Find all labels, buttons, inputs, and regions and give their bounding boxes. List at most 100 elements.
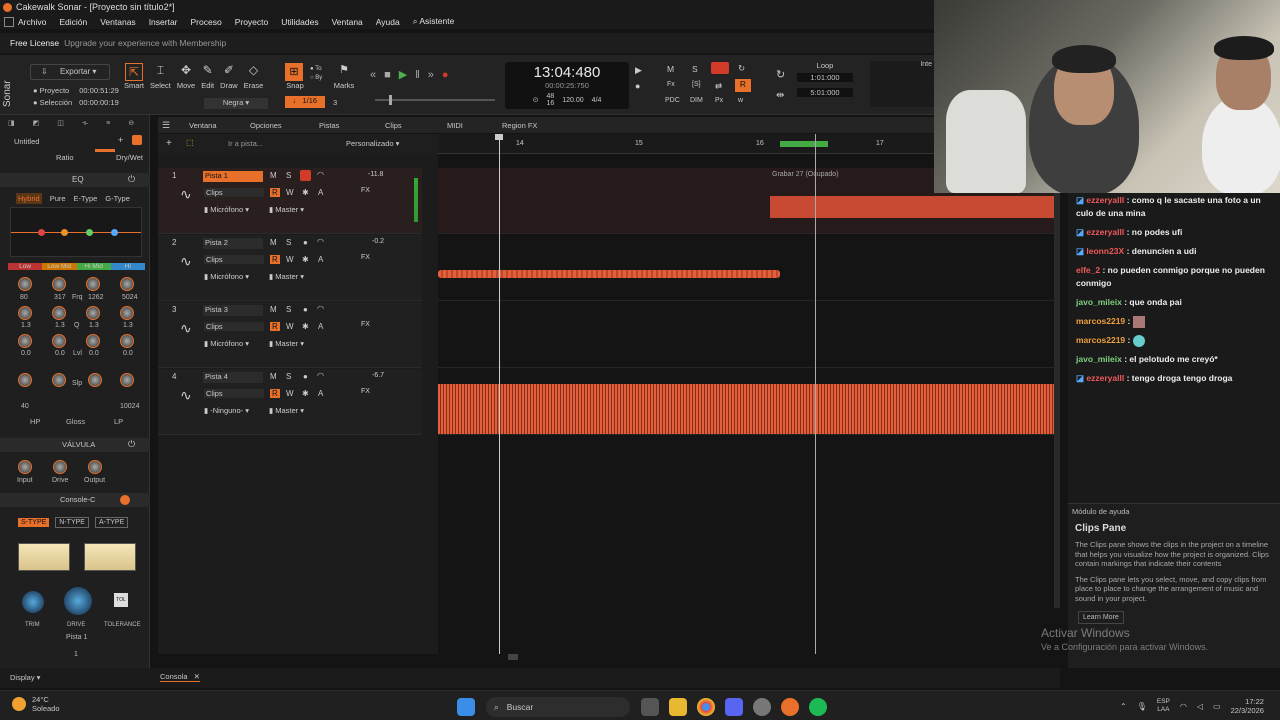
smart-tool[interactable]: ⇱ Smart xyxy=(124,63,144,90)
stop-icon[interactable]: ■ xyxy=(384,69,391,81)
track-3-write[interactable]: W xyxy=(286,322,294,331)
lp-knob[interactable] xyxy=(120,373,134,387)
track-4-mute[interactable]: M xyxy=(270,372,277,381)
loop-range-icon[interactable]: ⇹ xyxy=(776,90,784,101)
dim-button[interactable]: DIM xyxy=(690,97,703,104)
export-button[interactable]: ⇩ Exportar ▾ xyxy=(30,64,110,80)
track-1-mute[interactable]: M xyxy=(270,171,277,180)
edit-tool[interactable]: ✎ Edit xyxy=(201,63,214,90)
task-view-icon[interactable] xyxy=(641,698,659,716)
marks-button[interactable]: ⚑ Marks xyxy=(333,63,355,90)
lane-2[interactable] xyxy=(438,235,1060,301)
menu-opciones-tv[interactable]: Opciones xyxy=(250,121,282,130)
eq-type-e[interactable]: E-Type xyxy=(74,194,98,203)
track-1-read[interactable]: R xyxy=(270,188,280,197)
track-3-record-arm[interactable]: ● xyxy=(303,305,308,314)
menu-utilidades[interactable]: Utilidades xyxy=(281,17,318,27)
track-3-star[interactable]: ✱ xyxy=(302,322,309,331)
battery-icon[interactable]: ▭ xyxy=(1213,702,1221,711)
snap-to-by[interactable]: ● To ○ By xyxy=(310,65,322,83)
lp-label[interactable]: LP xyxy=(114,417,123,426)
select-tool[interactable]: ⌶ Select xyxy=(150,63,171,90)
custom-select[interactable]: Personalizado ▾ xyxy=(346,139,399,148)
band-himid[interactable]: Hi Mid xyxy=(76,262,111,270)
start-icon[interactable] xyxy=(457,698,475,716)
record-icon[interactable]: ● xyxy=(442,69,449,81)
track-1-name[interactable]: Pista 1 xyxy=(203,171,263,182)
eq-node-4[interactable] xyxy=(111,229,118,236)
track-4-name[interactable]: Pista 4 xyxy=(203,372,263,383)
menu-insertar[interactable]: Insertar xyxy=(149,17,178,27)
snap-button[interactable]: ⊞ Snap xyxy=(285,63,305,90)
track-2-read[interactable]: R xyxy=(270,255,280,264)
eq-graph[interactable] xyxy=(10,207,142,257)
tolerance-button[interactable]: TOL xyxy=(114,593,128,607)
microphone-icon[interactable]: 🎙︎ xyxy=(1137,702,1147,711)
track-3-clips-select[interactable]: Clips xyxy=(204,322,264,331)
meter-value[interactable]: 4/4 xyxy=(592,97,602,104)
track-2-input[interactable]: ▮ Micrófono ▾ xyxy=(204,272,249,281)
track-2-volume[interactable]: -0.2 xyxy=(372,238,384,245)
s-bracket-icon[interactable]: [S] xyxy=(692,81,701,88)
lvl-knob-2[interactable] xyxy=(52,334,66,348)
clips-pane[interactable]: 14 15 16 17 Grabar 27 (Ocupado) xyxy=(438,134,1060,660)
preset-power-icon[interactable] xyxy=(132,135,142,145)
record-mini-icon[interactable]: ● xyxy=(635,81,640,91)
tray-chevron-icon[interactable]: ⌃ xyxy=(1120,702,1127,711)
n-type-button[interactable]: N-TYPE xyxy=(55,517,89,528)
snap-value-select[interactable]: ♩ 1/16 xyxy=(285,96,325,108)
menu-ventanas[interactable]: Ventanas xyxy=(100,17,135,27)
band-lowmid[interactable]: Low Mid xyxy=(42,262,77,270)
valve-drive-knob[interactable] xyxy=(53,460,67,474)
tempo-value[interactable]: 120.00 xyxy=(562,97,583,104)
track-2[interactable]: 2 Pista 2 M S ● ◠ -0.2 ∿ Clips R W ✱ A F… xyxy=(158,235,422,301)
track-view-menu-icon[interactable]: ☰ xyxy=(162,120,170,131)
freq-knob-2[interactable] xyxy=(52,277,66,291)
track-2-automation[interactable]: A xyxy=(318,255,323,264)
preset-add-icon[interactable]: + xyxy=(118,135,123,145)
track-4-clips-select[interactable]: Clips xyxy=(204,389,264,398)
loop-marker[interactable] xyxy=(780,141,828,147)
track-4-volume[interactable]: -6.7 xyxy=(372,372,384,379)
mute-button[interactable]: M xyxy=(667,64,674,74)
file-explorer-icon[interactable] xyxy=(669,698,687,716)
track-4-monitor-icon[interactable]: ◠ xyxy=(317,371,324,380)
track-1-input[interactable]: ▮ Micrófono ▾ xyxy=(204,205,249,214)
hp-knob[interactable] xyxy=(18,373,32,387)
menu-archivo[interactable]: Archivo xyxy=(18,17,46,27)
freq-knob-3[interactable] xyxy=(86,277,100,291)
lane-3[interactable] xyxy=(438,302,1060,368)
loop-start[interactable]: 1:01:000 xyxy=(797,73,853,82)
eq-type-hybrid[interactable]: Hybrid xyxy=(16,193,42,204)
track-3-input[interactable]: ▮ Micrófono ▾ xyxy=(204,339,249,348)
valve-output-knob[interactable] xyxy=(88,460,102,474)
track-1-monitor-icon[interactable]: ◠ xyxy=(317,170,324,179)
track-4-input[interactable]: ▮ -Ninguno- ▾ xyxy=(204,406,249,415)
fx-icon[interactable]: Fx xyxy=(667,81,675,88)
track-4-solo[interactable]: S xyxy=(286,372,291,381)
pdc-button[interactable]: PDC xyxy=(665,97,680,104)
track-1-write[interactable]: W xyxy=(286,188,294,197)
play-mini-icon[interactable]: ▶ xyxy=(635,65,642,76)
track-1-star[interactable]: ✱ xyxy=(302,188,309,197)
console-power-icon[interactable] xyxy=(120,495,130,505)
play-icon[interactable]: ▶ xyxy=(399,68,407,81)
metronome-icon[interactable]: ⊙ xyxy=(533,96,539,104)
lvl-knob-4[interactable] xyxy=(120,334,134,348)
transport-slider-handle[interactable] xyxy=(389,95,392,105)
track-4-clip[interactable] xyxy=(438,384,1054,434)
menu-pistas-tv[interactable]: Pistas xyxy=(319,121,339,130)
drive-knob[interactable] xyxy=(64,587,92,615)
learn-more-button[interactable]: Learn More xyxy=(1078,611,1124,624)
add-track-icon[interactable]: + xyxy=(166,138,172,149)
weather-widget[interactable]: 24°C Soleado xyxy=(12,695,60,713)
freq-knob-1[interactable] xyxy=(18,277,32,291)
hp-label[interactable]: HP xyxy=(30,417,40,426)
track-3-output[interactable]: ▮ Master ▾ xyxy=(269,339,304,348)
menu-midi-tv[interactable]: MIDI xyxy=(447,121,463,130)
menu-proyecto[interactable]: Proyecto xyxy=(235,17,269,27)
clock[interactable]: 17:22 22/3/2026 xyxy=(1231,697,1264,715)
eq-node-2[interactable] xyxy=(61,229,68,236)
display-select[interactable]: Display ▾ xyxy=(10,673,40,682)
eq-node-1[interactable] xyxy=(38,229,45,236)
